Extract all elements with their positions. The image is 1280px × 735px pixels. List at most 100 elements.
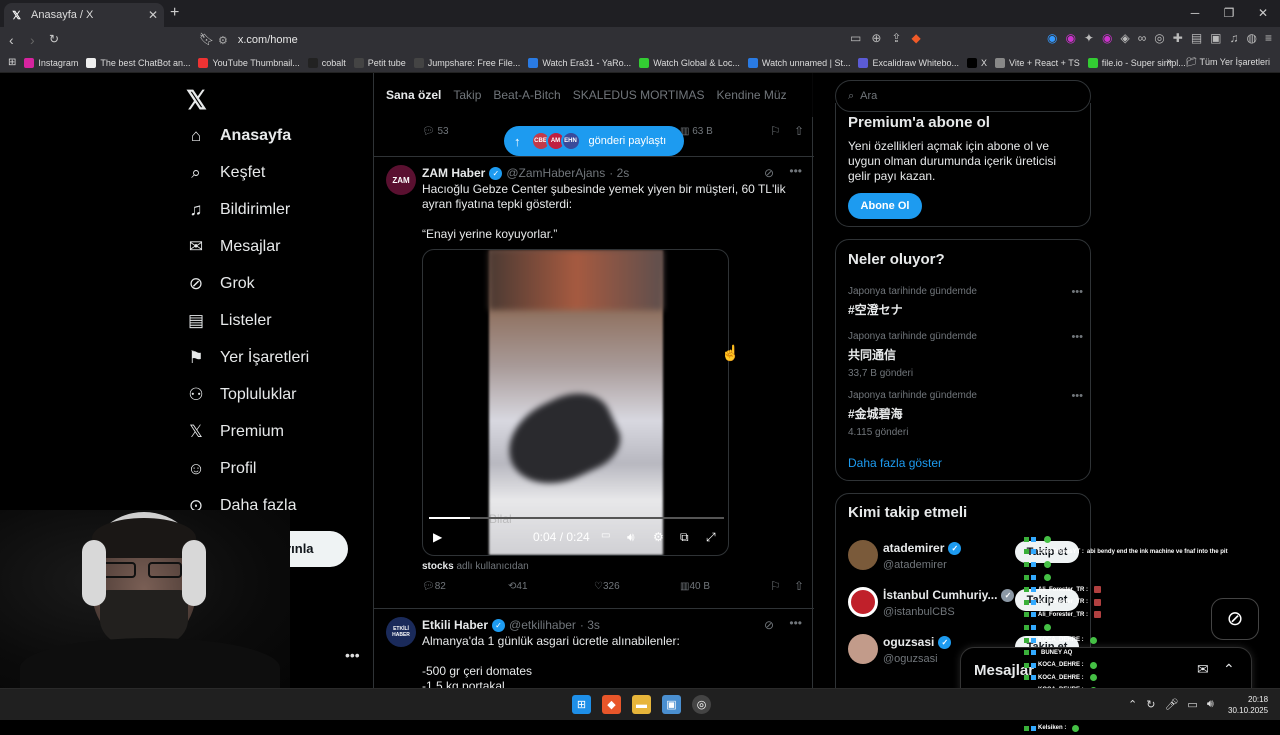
back-icon[interactable]: ‹: [9, 32, 14, 48]
cast-icon[interactable]: ▭: [850, 31, 861, 45]
photos-icon[interactable]: ▣: [662, 695, 681, 714]
extension-icon[interactable]: ∞: [1138, 31, 1147, 45]
more-options-icon[interactable]: •••: [1071, 286, 1083, 298]
bookmark-item[interactable]: Watch Era31 - YaRo...: [528, 57, 631, 68]
browser-tab[interactable]: 𝕏 Anasayfa / X ✕: [4, 3, 164, 27]
author-handle[interactable]: @ZamHaberAjans: [506, 166, 605, 180]
avatar[interactable]: ETKİLİ HABER: [386, 617, 416, 647]
restore-icon[interactable]: ❐: [1212, 0, 1246, 27]
bookmark-icon[interactable]: ⚐: [770, 579, 781, 593]
zoom-icon[interactable]: ⊕: [871, 31, 881, 45]
extension-icon[interactable]: ◉: [1047, 31, 1057, 45]
author-handle[interactable]: @etkilihaber: [509, 618, 576, 632]
url-field[interactable]: ⚙︎ x.com/home: [218, 30, 938, 50]
more-options-icon[interactable]: •••: [1071, 331, 1083, 343]
minimize-icon[interactable]: ─: [1178, 0, 1212, 27]
grok-explain-icon[interactable]: ⊘: [764, 618, 774, 632]
forward-icon[interactable]: ›: [30, 32, 35, 48]
avatar[interactable]: [848, 540, 878, 570]
bookmark-item[interactable]: Watch Global & Loc...: [639, 57, 740, 68]
bookmark-icon[interactable]: ⚐: [770, 124, 781, 138]
share-icon[interactable]: ⇪: [891, 31, 901, 45]
post-time[interactable]: · 3s: [580, 618, 600, 632]
tab-list-3[interactable]: Kendine Müz: [717, 88, 787, 102]
reply-button[interactable]: 💬︎ 82: [422, 581, 446, 592]
file-explorer-icon[interactable]: ▬: [632, 695, 651, 714]
bookmark-page-icon[interactable]: 🔖︎: [199, 32, 214, 46]
tab-list-1[interactable]: Beat-A-Bitch: [493, 88, 560, 102]
video-player[interactable]: Bilal ▶ 0:04 / 0:24 ▭ 🔊︎ ⚙︎ ⧉ ⤢: [422, 249, 729, 556]
nav-messages[interactable]: ✉ Mesajlar: [186, 237, 281, 257]
avatar[interactable]: ZAM: [386, 165, 416, 195]
share-icon[interactable]: ⇧: [794, 124, 804, 138]
windows-start-icon[interactable]: ⊞: [572, 695, 591, 714]
site-settings-icon[interactable]: ⚙︎: [218, 34, 228, 47]
captions-icon[interactable]: ▭: [601, 530, 610, 541]
fullscreen-icon[interactable]: ⤢: [706, 530, 716, 545]
avatar[interactable]: [848, 634, 878, 664]
tray-chevron-icon[interactable]: ⌃: [1128, 698, 1137, 711]
bookmark-item[interactable]: Vite + React + TS: [995, 57, 1080, 68]
brave-browser-icon[interactable]: ◆: [602, 695, 621, 714]
nav-profile[interactable]: ☺ Profil: [186, 459, 256, 479]
attribution-user[interactable]: stocks: [422, 561, 454, 572]
repost-button[interactable]: ⟲ 41: [508, 581, 528, 592]
grok-explain-icon[interactable]: ⊘: [764, 166, 774, 180]
close-window-icon[interactable]: ✕: [1246, 0, 1280, 27]
music-icon[interactable]: ♫: [1230, 31, 1239, 45]
extension-icon[interactable]: ✦: [1084, 31, 1094, 45]
nav-premium[interactable]: 𝕏 Premium: [186, 422, 284, 442]
tab-for-you[interactable]: Sana özel: [386, 88, 441, 102]
speaker-icon[interactable]: 🔊︎: [1207, 698, 1214, 711]
new-tab-icon[interactable]: +: [170, 4, 179, 22]
views-icon[interactable]: ▥ 63 B: [680, 126, 713, 137]
vpn-icon[interactable]: ◍: [1247, 31, 1257, 45]
nav-lists[interactable]: ▤ Listeler: [186, 311, 272, 331]
x-logo-icon[interactable]: 𝕏: [186, 85, 207, 116]
bookmark-item[interactable]: X: [967, 57, 987, 68]
trend-item[interactable]: Japonya tarihinde gündemde 共同通信 33,7 B g…: [848, 331, 1083, 379]
nav-communities[interactable]: ⚇ Topluluklar: [186, 385, 296, 405]
more-options-icon[interactable]: •••: [789, 616, 802, 630]
author-name[interactable]: Etkili Haber: [422, 618, 488, 632]
bookmark-item[interactable]: Watch unnamed | St...: [747, 57, 850, 68]
views-button[interactable]: ▥ 40 B: [680, 581, 710, 592]
brave-shield-icon[interactable]: ◆: [911, 31, 920, 45]
sidebar-icon[interactable]: ▤: [1191, 31, 1202, 45]
bookmark-item[interactable]: Petit tube: [353, 57, 406, 68]
share-icon[interactable]: ⇧: [794, 579, 804, 593]
bookmark-item[interactable]: cobalt: [307, 57, 346, 68]
pip-icon[interactable]: ⧉: [680, 530, 689, 545]
extension-icon[interactable]: ◉: [1102, 31, 1112, 45]
nav-bookmarks[interactable]: ⚑ Yer İşaretleri: [186, 348, 309, 368]
subscribe-button[interactable]: Abone Ol: [848, 193, 922, 219]
play-icon[interactable]: ▶: [433, 530, 442, 544]
extension-icon[interactable]: ◈: [1120, 31, 1129, 45]
video-progress[interactable]: [429, 517, 724, 519]
apps-icon[interactable]: ⊞: [8, 57, 16, 68]
account-more-icon[interactable]: •••: [345, 647, 360, 663]
menu-icon[interactable]: ≡: [1265, 31, 1272, 45]
nav-home[interactable]: ⌂ Anasayfa: [186, 126, 291, 146]
extension-icon[interactable]: ◎: [1154, 31, 1164, 45]
display-icon[interactable]: ▭: [1187, 698, 1197, 711]
show-more-link[interactable]: Daha fazla göster: [848, 456, 942, 470]
avatar[interactable]: [848, 587, 878, 617]
trend-item[interactable]: Japonya tarihinde gündemde #金城碧海 4.115 g…: [848, 390, 1083, 438]
tab-list-2[interactable]: SKALEDUS MORTIMAS: [573, 88, 705, 102]
bookmark-item[interactable]: Instagram: [24, 57, 78, 68]
more-options-icon[interactable]: •••: [789, 164, 802, 178]
nav-explore[interactable]: ⌕ Keşfet: [186, 163, 265, 183]
close-tab-icon[interactable]: ✕: [148, 8, 158, 22]
tab-following[interactable]: Takip: [453, 88, 481, 102]
more-options-icon[interactable]: •••: [1071, 390, 1083, 402]
obs-icon[interactable]: ◎: [692, 695, 711, 714]
clock[interactable]: 20:18 30.10.2025: [1228, 694, 1268, 716]
settings-icon[interactable]: ⚙︎: [653, 530, 664, 544]
bookmark-item[interactable]: YouTube Thumbnail...: [198, 57, 300, 68]
tray-app-icon[interactable]: ↻: [1146, 698, 1155, 711]
bookmark-item[interactable]: The best ChatBot an...: [86, 57, 190, 68]
new-posts-pill[interactable]: ↑ CBE AM EHN gönderi paylaştı: [504, 126, 684, 156]
microphone-icon[interactable]: 🎤︎: [1164, 698, 1178, 711]
bookmark-item[interactable]: Excalidraw Whitebo...: [858, 57, 959, 68]
